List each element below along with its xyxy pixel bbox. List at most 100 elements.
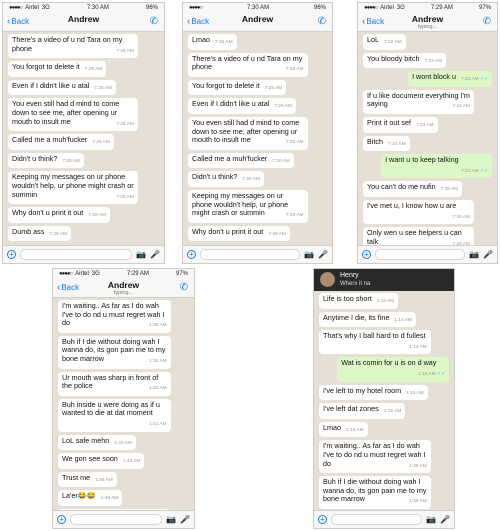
incoming-message[interactable]: I'm waiting.. As far as I do wah I've to…: [58, 300, 171, 333]
incoming-message[interactable]: If u like document everything I'm saying…: [363, 89, 474, 114]
contact-name[interactable]: Andrew: [183, 14, 332, 24]
microphone-icon[interactable]: 🎤: [318, 250, 328, 259]
incoming-message[interactable]: Buh if I die without doing wah I wanna d…: [319, 476, 431, 509]
incoming-message[interactable]: La'er😂😂 1:48 AM: [58, 490, 123, 506]
contact-name[interactable]: Andrew: [53, 280, 194, 290]
camera-icon[interactable]: 📷: [136, 250, 146, 259]
plus-icon[interactable]: +: [187, 250, 196, 259]
outgoing-message[interactable]: Wat is comin for u is on d way 1:15 AM ✓✓: [337, 357, 449, 382]
incoming-message[interactable]: Didn't u think? 7:28 AM: [8, 152, 84, 169]
read-receipt-icon: ✓✓: [435, 371, 445, 377]
incoming-message[interactable]: Keeping my messages on ur phone wouldn't…: [8, 171, 138, 205]
camera-icon[interactable]: 📷: [166, 515, 176, 524]
outgoing-message[interactable]: I wont block u 7:23 AM ✓✓: [408, 71, 492, 87]
incoming-message[interactable]: Trust me 1:48 AM: [58, 471, 117, 488]
plus-icon[interactable]: +: [318, 515, 327, 524]
incoming-message[interactable]: Lmao 1:16 AM: [319, 421, 368, 438]
contact-name[interactable]: Andrew: [358, 14, 497, 24]
message-input[interactable]: [20, 249, 133, 260]
incoming-message[interactable]: Called me a muh'fucker 7:26 AM: [8, 134, 114, 150]
incoming-message[interactable]: Called me a muh'fucker 7:26 AM: [188, 152, 294, 169]
microphone-icon[interactable]: 🎤: [150, 250, 160, 259]
incoming-message[interactable]: LoL safe mehn 1:43 AM: [58, 434, 136, 451]
status-bar: ●●●●○ 7:30 AM 96%: [183, 3, 332, 12]
incoming-message[interactable]: You bloody bitch 7:22 AM: [363, 52, 447, 69]
camera-icon[interactable]: 📷: [426, 515, 436, 524]
incoming-message[interactable]: You forgot to delete it 7:26 AM: [8, 61, 107, 77]
message-input[interactable]: [200, 249, 301, 260]
message-text: I've met u, I know how u are: [367, 200, 457, 210]
incoming-message[interactable]: I've left dat zones 1:15 AM: [319, 403, 406, 419]
status-bar: ●●●●○ Airtel 3G 7:29 AM 97%: [53, 269, 194, 278]
incoming-message[interactable]: Buh if I die without doing wah I wanna d…: [58, 335, 171, 369]
typing-indicator: typing...: [113, 290, 134, 296]
contact-name[interactable]: Andrew: [3, 14, 164, 24]
incoming-message[interactable]: Even if I didn't like u atal 7:26 AM: [8, 79, 116, 96]
incoming-message[interactable]: Bitch 7:24 AM: [363, 135, 410, 152]
camera-icon[interactable]: 📷: [469, 250, 479, 259]
incoming-message[interactable]: LoL 7:22 AM: [363, 34, 406, 50]
typing-indicator: typing...: [417, 24, 438, 30]
signal-icon: ●●●●○: [59, 270, 73, 277]
message-text: We gon see soon: [62, 454, 118, 464]
message-timestamp: 1:35 AM: [409, 499, 427, 505]
read-receipt-icon: ✓✓: [478, 77, 488, 83]
incoming-message[interactable]: I've met u, I know how u are 7:25 AM: [363, 199, 474, 225]
incoming-message[interactable]: Lmao 7:25 AM: [188, 34, 237, 50]
network: 3G: [91, 270, 100, 277]
incoming-message[interactable]: Didn't u think? 7:28 AM: [188, 171, 264, 187]
message-text: You bloody bitch: [367, 53, 420, 63]
incoming-message[interactable]: Buh inside u were doing as if u wanted t…: [58, 398, 171, 432]
status-bar: ●●●●○ Airtel 3G 7:29 AM 97%: [358, 3, 497, 12]
incoming-message[interactable]: You forgot to delete it 7:25 AM: [188, 79, 287, 96]
message-timestamp: 7:25 AM: [285, 140, 304, 146]
phone-icon[interactable]: ✆: [483, 16, 491, 27]
incoming-message[interactable]: Life is too short 1:14 AM: [319, 293, 399, 309]
incoming-message[interactable]: Why don't u print it out 7:28 AM: [8, 207, 110, 223]
incoming-message[interactable]: You can't do me nufin 7:25 AM: [363, 181, 463, 197]
message-timestamp: 1:35 AM: [149, 323, 167, 329]
incoming-message[interactable]: You even still had d mind to come down t…: [188, 116, 308, 150]
message-timestamp: 1:14 AM: [376, 299, 395, 304]
battery: 96%: [145, 4, 158, 11]
message-input[interactable]: [70, 514, 163, 525]
incoming-message[interactable]: I'm waiting.. As far as I do wah I've to…: [319, 440, 431, 474]
contact-name[interactable]: Henry: [340, 272, 359, 279]
message-text: You can't do me nufin: [367, 182, 436, 192]
plus-icon[interactable]: +: [7, 250, 16, 259]
message-timestamp: 1:15 AM: [383, 409, 402, 415]
incoming-message[interactable]: You even still had d mind to come down t…: [8, 98, 138, 132]
incoming-message[interactable]: We gon see soon 1:43 AM: [58, 453, 145, 469]
incoming-message[interactable]: There's a video of u nd Tara on my phone…: [188, 52, 308, 77]
read-receipt-icon: ✓✓: [478, 168, 488, 174]
microphone-icon[interactable]: 🎤: [440, 515, 450, 524]
incoming-message[interactable]: There's a video of u nd Tara on my phone…: [8, 34, 138, 59]
avatar[interactable]: [320, 272, 335, 287]
message-input[interactable]: [331, 514, 423, 525]
phone-icon[interactable]: ✆: [180, 282, 188, 293]
incoming-message[interactable]: That's why I ball hard to d fullest 1:14 …: [319, 330, 431, 355]
incoming-message[interactable]: Print it out sef 7:24 AM: [363, 116, 438, 133]
incoming-message[interactable]: Why don't u print it out 7:29 AM: [188, 225, 290, 242]
message-text: Anytime I die, its fine: [323, 312, 390, 322]
plus-icon[interactable]: +: [362, 250, 371, 259]
camera-icon[interactable]: 📷: [304, 250, 314, 259]
phone-icon[interactable]: ✆: [318, 16, 326, 27]
outgoing-message[interactable]: I want u to keep talking 7:24 AM ✓✓: [381, 154, 492, 179]
incoming-message[interactable]: Even if I didn't like u atal 7:25 AM: [188, 98, 296, 114]
message-input[interactable]: [375, 249, 466, 260]
microphone-icon[interactable]: 🎤: [483, 250, 493, 259]
plus-icon[interactable]: +: [57, 515, 66, 524]
incoming-message[interactable]: Dumb ass 7:28 AM: [8, 225, 71, 242]
incoming-message[interactable]: Anytime I die, its fine 1:14 AM: [319, 311, 416, 328]
message-timestamp: 1:41 AM: [149, 421, 167, 427]
message-text: You even still had d mind to come down t…: [192, 117, 300, 145]
incoming-message[interactable]: Ur mouth was sharp in front of the polic…: [58, 371, 171, 396]
message-timestamp: 7:25 AM: [452, 214, 470, 220]
incoming-message[interactable]: I've left to my hotel room 1:15 AM: [319, 384, 428, 401]
incoming-message[interactable]: Only wen u see helpers u can talk 7:26 AM: [363, 227, 474, 245]
message-timestamp: 1:14 AM: [409, 344, 427, 350]
phone-icon[interactable]: ✆: [150, 16, 158, 27]
microphone-icon[interactable]: 🎤: [180, 515, 190, 524]
incoming-message[interactable]: Keeping my messages on ur phone wouldn't…: [188, 189, 308, 223]
